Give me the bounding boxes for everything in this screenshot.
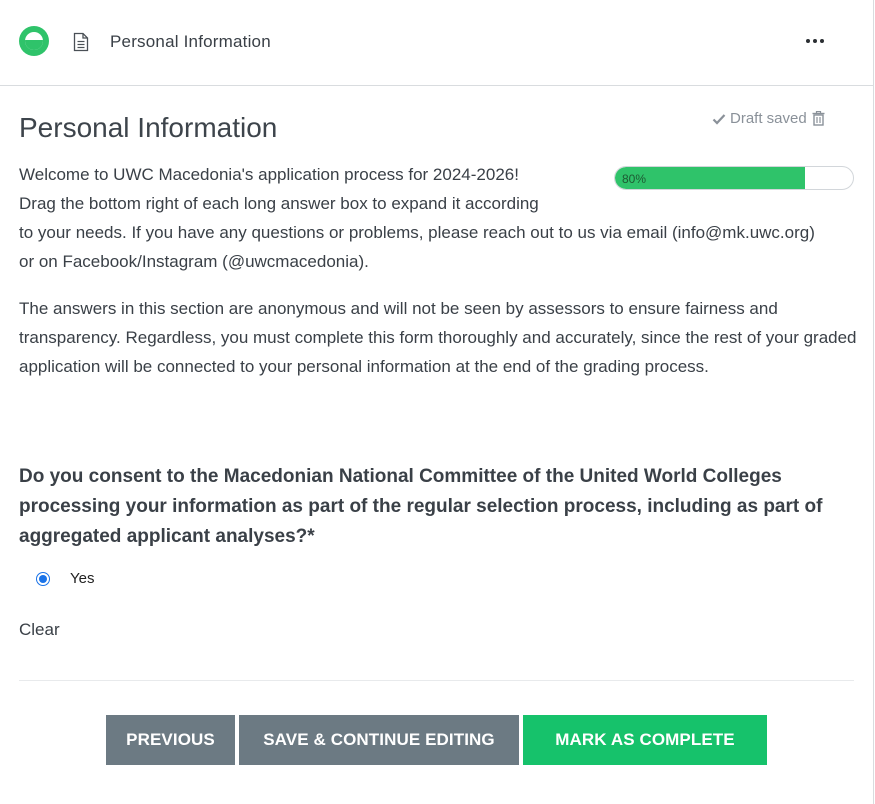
draft-status-label: Draft saved (730, 110, 807, 127)
trash-icon[interactable] (812, 111, 825, 126)
divider (19, 680, 854, 681)
intro-line-1: Welcome to UWC Macedonia's application p… (19, 165, 519, 184)
clear-link[interactable]: Clear (19, 620, 60, 640)
intro-text-continued: to your needs. If you have any questions… (19, 223, 815, 271)
consent-question: Do you consent to the Macedonian Nationa… (19, 466, 823, 547)
header-bar: Personal Information (0, 0, 874, 86)
progress-label: 80% (622, 172, 647, 186)
intro-line-2: Drag the bottom right of each long answe… (19, 194, 539, 213)
option-yes[interactable]: Yes (36, 570, 94, 587)
mark-complete-button[interactable]: MARK AS COMPLETE (523, 715, 767, 765)
previous-button[interactable]: PREVIOUS (106, 715, 235, 765)
draft-status: Draft saved (712, 110, 829, 127)
more-options-icon[interactable] (800, 28, 830, 54)
save-continue-button[interactable]: SAVE & CONTINUE EDITING (239, 715, 519, 765)
page-title: Personal Information (19, 112, 278, 143)
yes-radio-label[interactable]: Yes (70, 570, 94, 587)
anonymity-paragraph: The answers in this section are anonymou… (19, 299, 857, 376)
progress-bar: 80% (614, 166, 854, 190)
checkmark-icon (712, 113, 726, 125)
document-icon (73, 32, 89, 52)
yes-radio[interactable] (36, 571, 50, 586)
header-title: Personal Information (110, 32, 271, 51)
intro-text: Welcome to UWC Macedonia's application p… (19, 160, 619, 218)
status-circle-icon (19, 26, 49, 56)
